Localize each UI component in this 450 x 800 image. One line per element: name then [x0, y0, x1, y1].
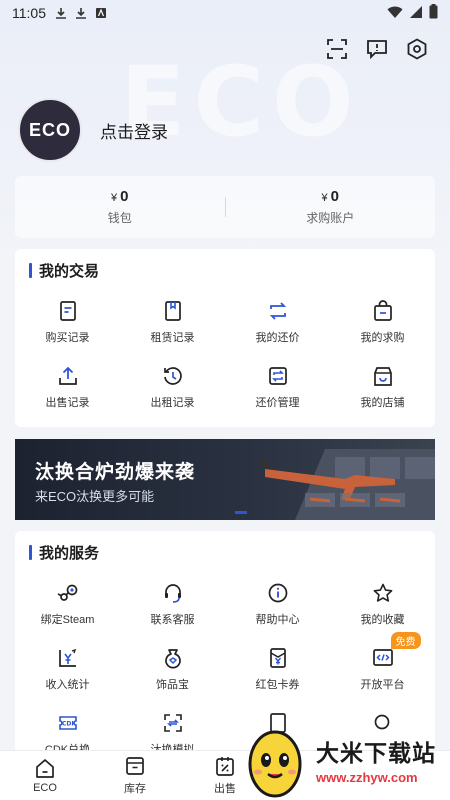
service-item-red-envelope-coupons[interactable]: 红包卡券: [225, 638, 330, 703]
yen-chart-icon: [56, 646, 80, 670]
star-icon: [371, 581, 395, 605]
steam-icon: [56, 581, 80, 605]
top-actions: [326, 38, 428, 60]
message-icon[interactable]: [366, 38, 388, 60]
status-bar: 11:05: [0, 0, 450, 26]
bag-icon: [371, 299, 395, 323]
wallet-balance[interactable]: ¥0 钱包: [15, 176, 225, 238]
home-icon: [34, 757, 56, 779]
login-link[interactable]: 点击登录: [100, 118, 168, 143]
banner-title: 汰换合炉劲爆来袭: [35, 462, 196, 483]
nav-item-inventory[interactable]: 库存: [90, 751, 180, 800]
avatar[interactable]: ECO: [18, 98, 82, 162]
trade-item-counter-offer-management[interactable]: 还价管理: [225, 356, 330, 421]
promo-banner[interactable]: 汰换合炉劲爆来袭 来ECO汰换更多可能: [15, 439, 435, 520]
settings-icon[interactable]: [406, 38, 428, 60]
trade-item-lease-out-records[interactable]: 出租记录: [120, 356, 225, 421]
my-trades-grid: 购买记录 租赁记录 我的还价 我的求购 出售记录 出租记录 还价管理 我的店铺: [15, 291, 435, 421]
wallet-summary: ¥0 钱包 ¥0 求购账户: [15, 176, 435, 238]
my-trades-card: 我的交易 购买记录 租赁记录 我的还价 我的求购 出售记录 出租记录 还价管理 …: [15, 249, 435, 427]
buy-order-account-label: 求购账户: [306, 211, 355, 225]
title-accent-bar: [29, 262, 32, 278]
exchange-icon: [161, 711, 185, 735]
service-item-contact-support[interactable]: 联系客服: [120, 573, 225, 638]
service-item-skin-treasure[interactable]: 饰品宝: [120, 638, 225, 703]
cdk-icon: CDK: [56, 711, 80, 735]
download-icon: [74, 6, 88, 20]
history-icon: [161, 364, 185, 388]
wallet-balance-value: ¥0: [111, 188, 129, 205]
battery-icon: [429, 4, 438, 22]
trade-item-my-counter-offers[interactable]: 我的还价: [225, 291, 330, 356]
svg-text:CDK: CDK: [62, 721, 76, 728]
watermark-site-name: 大米下载站: [316, 739, 436, 766]
service-item-my-favorites[interactable]: 我的收藏: [330, 573, 435, 638]
my-trades-title: 我的交易: [15, 249, 435, 291]
swap-box-icon: [266, 364, 290, 388]
info-icon: [266, 581, 290, 605]
weapon-art-image: [235, 449, 435, 520]
wifi-icon: [387, 5, 403, 22]
coupon-icon: [266, 646, 290, 670]
trade-item-rental-records[interactable]: 租赁记录: [120, 291, 225, 356]
service-item-bind-steam[interactable]: 绑定Steam: [15, 573, 120, 638]
code-icon: 免费: [371, 632, 421, 670]
buy-order-account[interactable]: ¥0 求购账户: [226, 176, 436, 238]
headset-icon: [161, 581, 185, 605]
trade-item-my-store[interactable]: 我的店铺: [330, 356, 435, 421]
service-item-open-platform[interactable]: 免费 开放平台: [330, 632, 435, 703]
my-services-title: 我的服务: [15, 531, 435, 573]
free-badge: 免费: [390, 632, 421, 649]
egg-mascot-icon: [248, 730, 302, 798]
store-icon: [371, 364, 395, 388]
signal-icon: [409, 5, 423, 22]
doc-icon: [56, 299, 80, 323]
treasure-icon: [161, 646, 185, 670]
trade-item-sale-records[interactable]: 出售记录: [15, 356, 120, 421]
nav-item-eco[interactable]: ECO: [0, 751, 90, 800]
scan-icon[interactable]: [326, 38, 348, 60]
download-site-watermark: 大米下载站 www.zzhyw.com: [240, 718, 450, 800]
app-notification-icon: [94, 6, 108, 20]
watermark-site-url: www.zzhyw.com: [316, 769, 418, 785]
service-item-income-stats[interactable]: 收入统计: [15, 638, 120, 703]
status-time: 11:05: [12, 5, 46, 21]
inventory-icon: [124, 755, 146, 777]
upload-icon: [56, 364, 80, 388]
profile-header: ECO 点击登录: [18, 98, 168, 162]
wallet-balance-label: 钱包: [107, 211, 132, 225]
swap-icon: [266, 299, 290, 323]
service-item-help-center[interactable]: 帮助中心: [225, 573, 330, 638]
bookmark-doc-icon: [161, 299, 185, 323]
trade-item-my-buy-orders[interactable]: 我的求购: [330, 291, 435, 356]
trade-item-purchase-records[interactable]: 购买记录: [15, 291, 120, 356]
buy-order-account-value: ¥0: [321, 188, 339, 205]
title-accent-bar: [29, 544, 32, 560]
banner-subtitle: 来ECO汰换更多可能: [35, 489, 155, 504]
download-icon: [54, 6, 68, 20]
sell-icon: [214, 755, 236, 777]
